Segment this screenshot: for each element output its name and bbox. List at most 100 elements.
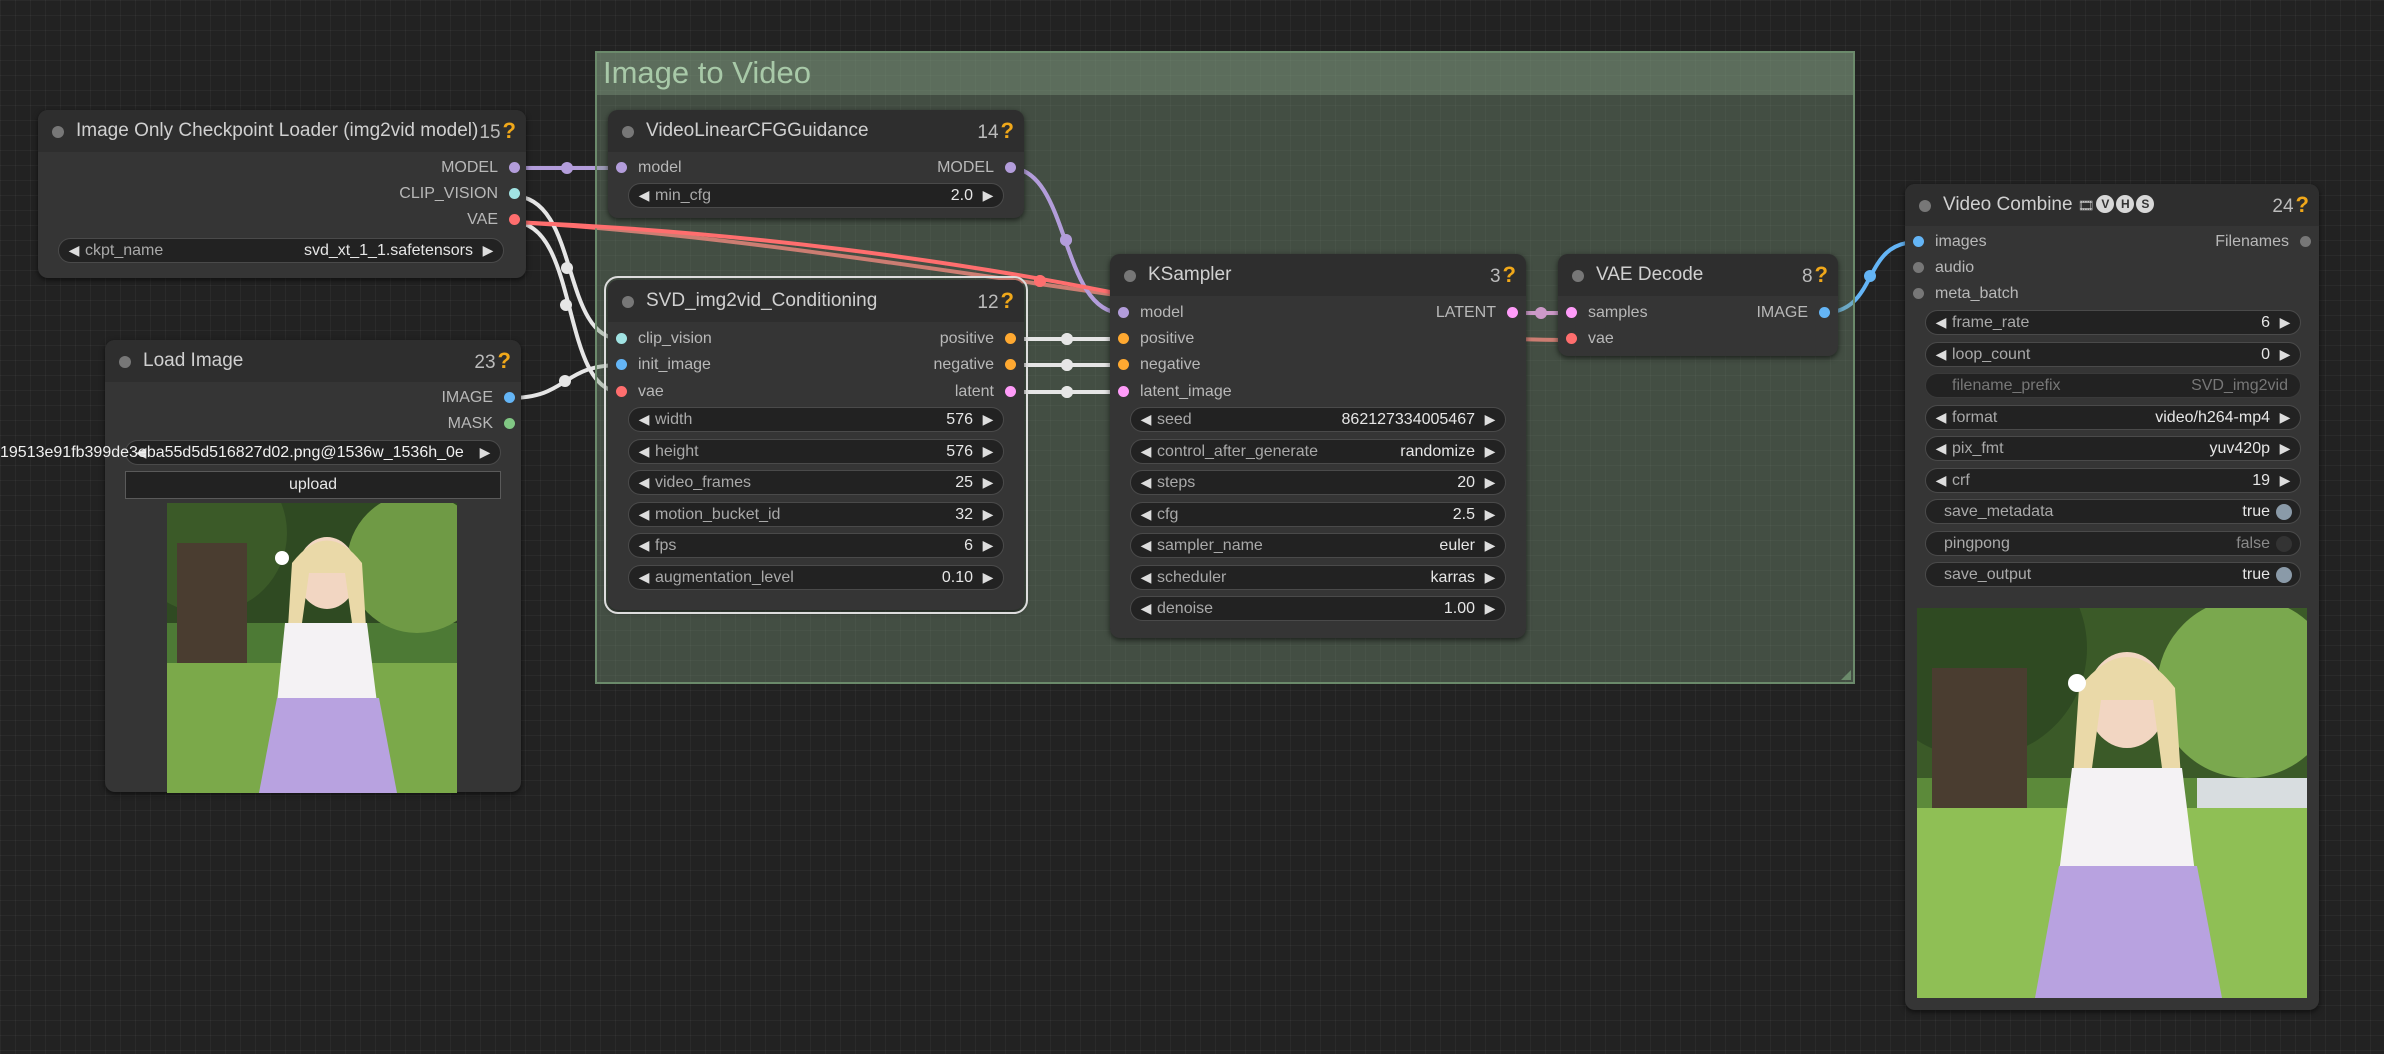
- collapse-toggle[interactable]: [622, 126, 634, 138]
- collapse-toggle[interactable]: [119, 356, 131, 368]
- widget-steps[interactable]: ◀ steps 20 ▶: [1130, 470, 1506, 495]
- node-title: Image Only Checkpoint Loader (img2vid mo…: [76, 120, 479, 141]
- widget-scheduler[interactable]: ◀ scheduler karras ▶: [1130, 565, 1506, 590]
- arrow-left-icon: ◀: [638, 569, 650, 585]
- help-icon: ?: [502, 118, 516, 143]
- node-video-linear-cfg-guidance[interactable]: VideoLinearCFGGuidance 14? model MODEL ◀…: [608, 110, 1024, 218]
- output-slot-filenames[interactable]: Filenames: [2215, 232, 2311, 252]
- widget-denoise[interactable]: ◀ denoise 1.00 ▶: [1130, 596, 1506, 621]
- input-slot-negative[interactable]: negative: [1118, 355, 1201, 375]
- node-ksampler[interactable]: KSampler 3? model positive negative late…: [1110, 254, 1526, 638]
- arrow-left-icon: ◀: [638, 537, 650, 553]
- widget-motion-bucket-id[interactable]: ◀ motion_bucket_id 32 ▶: [628, 502, 1004, 527]
- collapse-toggle[interactable]: [622, 296, 634, 308]
- node-header[interactable]: Video Combine 🎞 V H S 24?: [1905, 184, 2319, 226]
- slot-dot-icon: [1005, 359, 1016, 370]
- widget-frame-rate[interactable]: ◀ frame_rate 6 ▶: [1925, 310, 2301, 335]
- input-slot-init-image[interactable]: init_image: [616, 355, 711, 375]
- widget-sampler-name[interactable]: ◀ sampler_name euler ▶: [1130, 533, 1506, 558]
- node-id: 23?: [474, 348, 511, 373]
- widget-fps[interactable]: ◀ fps 6 ▶: [628, 533, 1004, 558]
- slot-dot-icon: [1005, 386, 1016, 397]
- output-slot-image[interactable]: IMAGE: [441, 388, 515, 408]
- arrow-right-icon: ▶: [1484, 600, 1496, 616]
- node-load-image[interactable]: Load Image 23? IMAGE MASK ◀ ▶ upload: [105, 340, 521, 793]
- input-slot-clip-vision[interactable]: clip_vision: [616, 329, 712, 349]
- input-slot-meta-batch[interactable]: meta_batch: [1913, 284, 2019, 304]
- output-slot-clip-vision[interactable]: CLIP_VISION: [399, 184, 520, 204]
- slot-dot-icon: [1118, 386, 1129, 397]
- arrow-right-icon: ▶: [2279, 314, 2291, 330]
- girl-under-tree-video-frame-icon: [1917, 608, 2307, 998]
- output-slot-positive[interactable]: positive: [940, 329, 1016, 349]
- arrow-right-icon: ▶: [1484, 506, 1496, 522]
- slot-dot-icon: [504, 392, 515, 403]
- arrow-left-icon: ◀: [1140, 537, 1152, 553]
- output-slot-negative[interactable]: negative: [934, 355, 1016, 375]
- arrow-right-icon: ▶: [982, 537, 994, 553]
- toggle-pingpong[interactable]: pingpong false: [1925, 531, 2301, 556]
- toggle-on-icon: [2276, 567, 2292, 583]
- node-header[interactable]: Load Image 23?: [105, 340, 521, 382]
- collapse-toggle[interactable]: [52, 126, 64, 138]
- node-video-combine[interactable]: Video Combine 🎞 V H S 24? images audio meta…: [1905, 184, 2319, 1010]
- widget-video-frames[interactable]: ◀ video_frames 25 ▶: [628, 470, 1004, 495]
- widget-height[interactable]: ◀ height 576 ▶: [628, 439, 1004, 464]
- widget-pix-fmt[interactable]: ◀ pix_fmt yuv420p ▶: [1925, 436, 2301, 461]
- slot-dot-icon: [509, 214, 520, 225]
- input-slot-latent-image[interactable]: latent_image: [1118, 382, 1232, 402]
- vhs-badge-icon: 🎞: [2077, 198, 2095, 213]
- video-preview[interactable]: [1917, 608, 2307, 998]
- widget-ckpt-name[interactable]: ◀ ckpt_name svd_xt_1_1.safetensors ▶: [58, 238, 504, 263]
- arrow-left-icon: ◀: [1935, 346, 1947, 362]
- image-filename[interactable]: 19513e91fb399de3eba55d5d516827d02.png@15…: [0, 441, 464, 465]
- widget-min-cfg[interactable]: ◀ min_cfg 2.0 ▶: [628, 183, 1004, 208]
- input-slot-images[interactable]: images: [1913, 232, 1987, 252]
- widget-seed[interactable]: ◀ seed 862127334005467 ▶: [1130, 407, 1506, 432]
- node-header[interactable]: KSampler 3?: [1110, 254, 1526, 296]
- upload-button[interactable]: upload: [125, 471, 501, 499]
- input-slot-positive[interactable]: positive: [1118, 329, 1194, 349]
- collapse-toggle[interactable]: [1572, 270, 1584, 282]
- input-slot-model[interactable]: model: [1118, 303, 1184, 323]
- toggle-save-metadata[interactable]: save_metadata true: [1925, 499, 2301, 524]
- node-header[interactable]: VideoLinearCFGGuidance 14?: [608, 110, 1024, 152]
- widget-crf[interactable]: ◀ crf 19 ▶: [1925, 468, 2301, 493]
- collapse-toggle[interactable]: [1124, 270, 1136, 282]
- widget-format[interactable]: ◀ format video/h264-mp4 ▶: [1925, 405, 2301, 430]
- output-slot-model[interactable]: MODEL: [937, 158, 1016, 178]
- node-id: 3?: [1489, 262, 1516, 287]
- node-header[interactable]: VAE Decode 8?: [1558, 254, 1838, 296]
- node-checkpoint-loader[interactable]: Image Only Checkpoint Loader (img2vid mo…: [38, 110, 526, 278]
- toggle-off-icon: [2276, 536, 2292, 552]
- node-header[interactable]: Image Only Checkpoint Loader (img2vid mo…: [38, 110, 526, 152]
- output-slot-latent[interactable]: LATENT: [1436, 303, 1518, 323]
- output-slot-vae[interactable]: VAE: [467, 210, 520, 230]
- arrow-left-icon: ◀: [1935, 440, 1947, 456]
- input-slot-vae[interactable]: vae: [1566, 329, 1614, 349]
- widget-augmentation-level[interactable]: ◀ augmentation_level 0.10 ▶: [628, 565, 1004, 590]
- widget-width[interactable]: ◀ width 576 ▶: [628, 407, 1004, 432]
- node-id: 12?: [977, 288, 1014, 313]
- output-slot-mask[interactable]: MASK: [448, 414, 515, 434]
- arrow-left-icon: ◀: [1140, 474, 1152, 490]
- widget-loop-count[interactable]: ◀ loop_count 0 ▶: [1925, 342, 2301, 367]
- toggle-save-output[interactable]: save_output true: [1925, 562, 2301, 587]
- collapse-toggle[interactable]: [1919, 200, 1931, 212]
- slot-dot-icon: [1507, 307, 1518, 318]
- input-slot-vae[interactable]: vae: [616, 382, 664, 402]
- node-vae-decode[interactable]: VAE Decode 8? samples vae IMAGE: [1558, 254, 1838, 356]
- node-svd-img2vid-conditioning[interactable]: SVD_img2vid_Conditioning 12? clip_vision…: [604, 276, 1028, 614]
- widget-cfg[interactable]: ◀ cfg 2.5 ▶: [1130, 502, 1506, 527]
- output-slot-model[interactable]: MODEL: [441, 158, 520, 178]
- node-header[interactable]: SVD_img2vid_Conditioning 12?: [608, 280, 1024, 322]
- input-slot-model[interactable]: model: [616, 158, 682, 178]
- output-slot-latent[interactable]: latent: [955, 382, 1016, 402]
- arrow-left-icon: ◀: [1935, 472, 1947, 488]
- help-icon: ?: [1502, 262, 1516, 287]
- widget-filename-prefix[interactable]: filename_prefix SVD_img2vid: [1925, 373, 2301, 398]
- widget-control-after-generate[interactable]: ◀ control_after_generate randomize ▶: [1130, 439, 1506, 464]
- output-slot-image[interactable]: IMAGE: [1756, 303, 1830, 323]
- input-slot-samples[interactable]: samples: [1566, 303, 1648, 323]
- input-slot-audio[interactable]: audio: [1913, 258, 1974, 278]
